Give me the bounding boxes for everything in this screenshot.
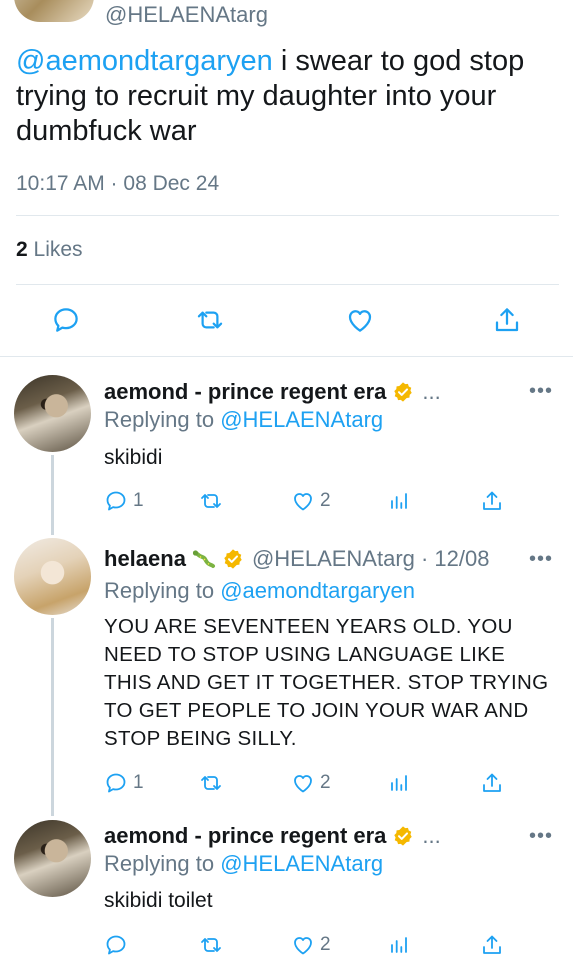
- mention-link[interactable]: @HELAENAtarg: [220, 407, 383, 432]
- reply-button[interactable]: [104, 930, 133, 960]
- avatar[interactable]: [14, 820, 91, 897]
- like-button[interactable]: 2: [291, 486, 331, 516]
- analytics-button[interactable]: [387, 486, 411, 516]
- verified-badge-icon: [394, 382, 413, 402]
- tweet-detail-screen: @HELAENAtarg @aemondtargaryen i swear to…: [0, 0, 573, 960]
- reply-text: YOU ARE SEVENTEEN YEARS OLD. YOU NEED TO…: [104, 615, 549, 750]
- likes-label: Likes: [27, 238, 83, 261]
- like-icon: [294, 937, 312, 955]
- author-name[interactable]: aemond - prince regent era: [104, 379, 386, 405]
- divider: [16, 284, 559, 285]
- retweet-button[interactable]: [198, 768, 224, 798]
- verified-badge-icon: [394, 826, 413, 846]
- replying-label: Replying to: [104, 851, 221, 876]
- share-button[interactable]: [487, 300, 527, 340]
- reply-count: 1: [133, 490, 144, 511]
- tweet-text: @aemondtargaryen i swear to god stop try…: [16, 44, 566, 149]
- truncation-ellipsis: ...: [422, 823, 441, 848]
- retweet-icon: [201, 776, 221, 790]
- retweet-icon: [201, 938, 221, 952]
- analytics-icon: [391, 937, 407, 953]
- like-icon: [348, 310, 372, 332]
- reply-icon: [54, 308, 78, 332]
- reply-icon: [106, 491, 126, 511]
- share-icon: [483, 773, 501, 792]
- share-icon: [483, 935, 501, 954]
- replying-label: Replying to: [104, 578, 221, 603]
- replying-label: Replying to: [104, 407, 221, 432]
- reply-action-bar: 1 2: [0, 768, 573, 798]
- mention-link[interactable]: @HELAENAtarg: [220, 851, 383, 876]
- share-icon: [495, 308, 519, 332]
- likes-number: 2: [16, 238, 28, 261]
- analytics-icon: [391, 775, 407, 791]
- like-count: 2: [320, 772, 331, 793]
- retweet-icon: [201, 494, 221, 508]
- like-button[interactable]: 2: [291, 930, 331, 960]
- analytics-icon: [391, 493, 407, 509]
- author-name[interactable]: aemond - prince regent era: [104, 823, 386, 849]
- share-icon: [483, 491, 501, 510]
- like-icon: [294, 493, 312, 511]
- reply-icon: [106, 935, 126, 955]
- author-line: helaena @HELAENAtarg · 12/08: [104, 546, 490, 572]
- retweet-button[interactable]: [198, 486, 224, 516]
- reply-action-bar: 1 2: [0, 486, 573, 516]
- likes-count[interactable]: 2 Likes: [16, 238, 83, 262]
- reply-action-bar: 2: [0, 930, 573, 960]
- analytics-button[interactable]: [387, 768, 411, 798]
- reply-text: skibidi toilet: [104, 889, 213, 912]
- like-count: 2: [320, 490, 331, 511]
- avatar[interactable]: [14, 375, 91, 452]
- reply-button[interactable]: [46, 300, 86, 340]
- tweet-action-bar: [0, 300, 573, 340]
- reply-icon: [106, 773, 126, 793]
- share-button[interactable]: [480, 930, 504, 960]
- like-button[interactable]: 2: [291, 768, 331, 798]
- share-button[interactable]: [480, 486, 504, 516]
- avatar[interactable]: [14, 0, 94, 22]
- reply-button[interactable]: 1: [104, 486, 144, 516]
- divider: [0, 356, 573, 357]
- tweet-timestamp: 10:17 AM · 08 Dec 24: [16, 172, 220, 195]
- snake-emoji-icon: [192, 550, 215, 568]
- share-button[interactable]: [480, 768, 504, 798]
- author-handle[interactable]: @HELAENAtarg: [105, 2, 268, 28]
- author-name[interactable]: helaena: [104, 546, 186, 572]
- author-line: aemond - prince regent era ...: [104, 823, 441, 849]
- reply-count: 1: [133, 772, 144, 793]
- retweet-button[interactable]: [198, 930, 224, 960]
- replying-to: Replying to @aemondtargaryen: [104, 578, 415, 604]
- author-line: aemond - prince regent era ...: [104, 379, 441, 405]
- replying-to: Replying to @HELAENAtarg: [104, 851, 383, 877]
- like-icon: [294, 775, 312, 793]
- reply-text: skibidi: [104, 446, 163, 469]
- like-button[interactable]: [340, 300, 380, 340]
- mention-link[interactable]: @aemondtargaryen: [220, 578, 415, 603]
- avatar[interactable]: [14, 538, 91, 615]
- more-button[interactable]: •••: [529, 548, 553, 571]
- more-button[interactable]: •••: [529, 825, 553, 848]
- author-handle-time[interactable]: @HELAENAtarg · 12/08: [252, 546, 490, 572]
- divider: [16, 215, 559, 216]
- analytics-button[interactable]: [387, 930, 411, 960]
- mention-link[interactable]: @aemondtargaryen: [16, 45, 273, 77]
- like-count: 2: [320, 934, 331, 955]
- reply-button[interactable]: 1: [104, 768, 144, 798]
- verified-badge-icon: [224, 549, 242, 569]
- retweet-icon: [197, 311, 223, 329]
- replying-to: Replying to @HELAENAtarg: [104, 407, 383, 433]
- retweet-button[interactable]: [190, 300, 230, 340]
- truncation-ellipsis: ...: [422, 379, 441, 404]
- more-button[interactable]: •••: [529, 380, 553, 403]
